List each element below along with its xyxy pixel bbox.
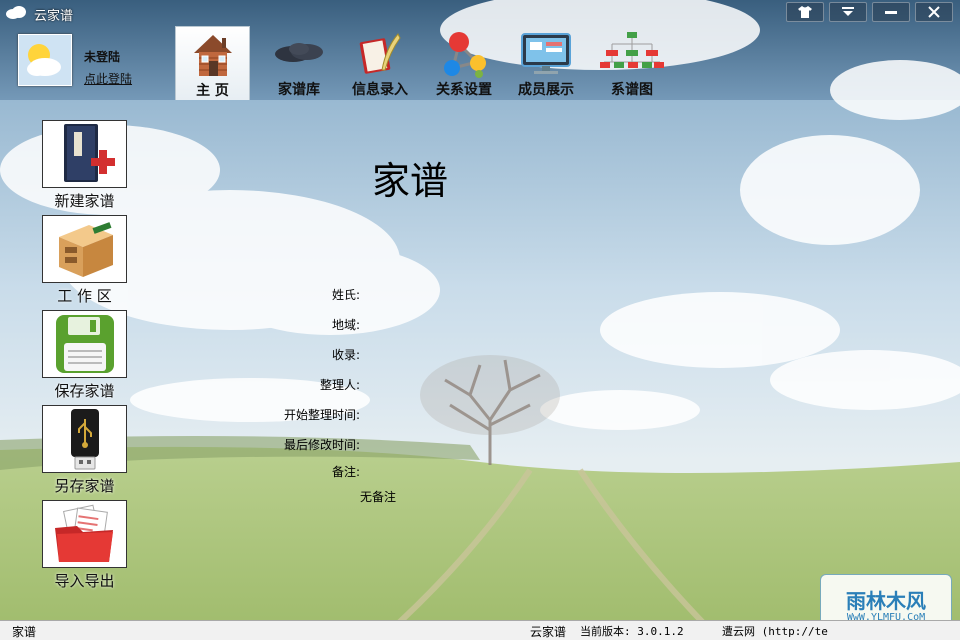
menu-dropdown-icon — [842, 7, 854, 16]
workspace-frame — [42, 215, 127, 283]
save-family-tree-label: 保存家谱 — [54, 382, 115, 400]
login-link[interactable]: 点此登陆 — [84, 70, 132, 87]
surname-label: 姓氏: — [331, 288, 360, 302]
floppy-save-icon — [55, 315, 114, 373]
page-title: 家谱 — [372, 159, 449, 203]
tab-home-label: 主 页 — [196, 83, 229, 99]
import-export-label: 导入导出 — [54, 572, 115, 590]
status-app-name: 云家谱 — [530, 625, 567, 639]
save-family-tree-frame — [42, 310, 127, 378]
desk-icon — [58, 222, 113, 277]
user-status: 未登陆 — [84, 50, 121, 64]
import-export-frame — [42, 500, 127, 568]
save-as-label: 另存家谱 — [54, 477, 115, 495]
close-icon — [928, 6, 940, 18]
new-book-icon — [63, 124, 115, 182]
save-family-tree-button[interactable]: 保存家谱 — [41, 310, 128, 401]
tab-members-label: 成员展示 — [518, 82, 574, 98]
cloud-icon — [275, 43, 323, 62]
house-icon — [193, 35, 232, 76]
skin-button[interactable] — [786, 2, 824, 22]
workspace-label: 工 作 区 — [57, 287, 112, 305]
minimize-button[interactable] — [872, 2, 910, 22]
status-website[interactable]: 遭云网 (http://te — [722, 623, 828, 639]
tab-relationship-label: 关系设置 — [436, 82, 492, 98]
tab-genealogy-chart[interactable]: 系谱图 — [594, 26, 670, 100]
monitor-icon — [521, 33, 571, 74]
shirt-icon — [798, 6, 812, 18]
usb-drive-icon — [70, 409, 99, 470]
tab-relationship[interactable]: 关系设置 — [426, 26, 502, 100]
remark-label: 备注: — [331, 465, 360, 479]
molecule-icon — [444, 32, 486, 78]
close-button[interactable] — [915, 2, 953, 22]
avatar[interactable] — [18, 34, 72, 86]
remark-value: 无备注 — [360, 490, 397, 504]
tab-info-entry[interactable]: 信息录入 — [342, 26, 418, 100]
region-label: 地域: — [331, 318, 360, 332]
weather-avatar-icon — [27, 44, 61, 76]
tab-home[interactable]: 主 页 — [175, 26, 250, 100]
tab-info-entry-label: 信息录入 — [352, 82, 408, 98]
menu-button[interactable] — [829, 2, 867, 22]
new-family-tree-button[interactable]: 新建家谱 — [41, 120, 128, 211]
tab-family-library[interactable]: 家谱库 — [266, 26, 332, 100]
last-modified-label: 最后修改时间: — [283, 438, 360, 452]
new-family-tree-label: 新建家谱 — [54, 192, 115, 210]
records-label: 收录: — [331, 348, 360, 362]
tab-members[interactable]: 成员展示 — [508, 26, 584, 100]
book-quill-icon — [359, 33, 401, 74]
cloud-logo-icon — [6, 6, 26, 19]
main-toolbar: 未登陆 点此登陆 主 页 家谱库 信息录入 关系设置 成员展示 系谱图 — [0, 26, 960, 100]
compiler-label: 整理人: — [319, 378, 360, 392]
status-version: 当前版本: 3.0.1.2 — [580, 625, 684, 638]
watermark-text: 雨林木风 — [846, 589, 926, 613]
save-as-frame — [42, 405, 127, 473]
title-bar: 云家谱 — [0, 0, 960, 26]
new-family-tree-frame — [42, 120, 127, 188]
import-export-button[interactable]: 导入导出 — [41, 500, 128, 591]
window-title: 云家谱 — [34, 9, 74, 24]
tab-family-library-label: 家谱库 — [278, 82, 320, 98]
save-as-button[interactable]: 另存家谱 — [41, 405, 128, 496]
tree-chart-icon — [600, 32, 664, 68]
workspace-button[interactable]: 工 作 区 — [41, 215, 128, 306]
status-bar: 家谱 云家谱 当前版本: 3.0.1.2 遭云网 (http://te — [0, 620, 960, 640]
tab-genealogy-chart-label: 系谱图 — [611, 82, 653, 98]
folder-icon — [54, 504, 113, 562]
start-time-label: 开始整理时间: — [283, 408, 360, 422]
minimize-icon — [885, 11, 897, 14]
status-current-doc: 家谱 — [12, 625, 37, 639]
